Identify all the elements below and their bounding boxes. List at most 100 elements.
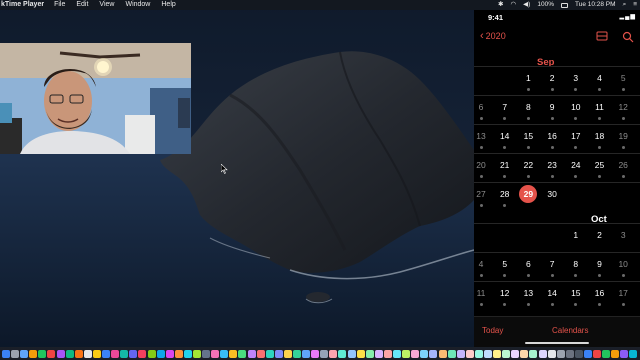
- day-cell[interactable]: 17: [563, 127, 589, 149]
- dock-app-icon[interactable]: [620, 349, 629, 358]
- dock-app-icon[interactable]: [456, 349, 465, 358]
- day-cell[interactable]: 28: [492, 185, 518, 207]
- dock-app-icon[interactable]: [311, 349, 320, 358]
- dock-app-icon[interactable]: [374, 349, 383, 358]
- dock-app-icon[interactable]: [238, 349, 247, 358]
- dock-app-icon[interactable]: [192, 349, 201, 358]
- dock-app-icon[interactable]: [302, 349, 311, 358]
- day-cell[interactable]: 10: [563, 98, 589, 120]
- day-cell[interactable]: 12: [610, 98, 636, 120]
- day-cell[interactable]: 8: [515, 98, 541, 120]
- day-cell[interactable]: 10: [610, 255, 636, 277]
- day-cell[interactable]: 7: [492, 98, 518, 120]
- day-cell[interactable]: 17: [610, 284, 636, 306]
- menu-view[interactable]: View: [99, 0, 114, 10]
- day-cell[interactable]: 3: [610, 226, 636, 248]
- dock-app-icon[interactable]: [474, 349, 483, 358]
- dock-app-icon[interactable]: [283, 349, 292, 358]
- dock-app-icon[interactable]: [629, 349, 638, 358]
- dock-app-icon[interactable]: [293, 349, 301, 358]
- dock-app-icon[interactable]: [347, 349, 356, 358]
- battery-icon[interactable]: [560, 2, 568, 8]
- day-cell[interactable]: 6: [468, 98, 494, 120]
- year-back-button[interactable]: ‹ 2020: [480, 30, 506, 41]
- dock-app-icon[interactable]: [556, 349, 565, 358]
- dock-app-icon[interactable]: [511, 349, 520, 358]
- day-cell[interactable]: 1: [563, 226, 589, 248]
- spotlight-icon[interactable]: ⌕: [623, 0, 627, 10]
- day-cell[interactable]: 25: [587, 156, 613, 178]
- dock-app-icon[interactable]: [320, 349, 329, 358]
- dock-app-icon[interactable]: [265, 349, 274, 358]
- app-menu-name[interactable]: kTime Player: [0, 0, 44, 10]
- wifi-icon[interactable]: ◠: [511, 0, 517, 10]
- dock-app-icon[interactable]: [356, 349, 365, 358]
- dock-app-icon[interactable]: [183, 349, 192, 358]
- day-cell[interactable]: 4: [587, 69, 613, 91]
- day-cell[interactable]: 14: [539, 284, 565, 306]
- dock-app-icon[interactable]: [465, 349, 474, 358]
- day-cell[interactable]: 4: [468, 255, 494, 277]
- dock-app-icon[interactable]: [83, 349, 92, 358]
- dock-app-icon[interactable]: [502, 349, 511, 358]
- day-cell[interactable]: 2: [587, 226, 613, 248]
- dock-app-icon[interactable]: [29, 349, 38, 358]
- dock-app-icon[interactable]: [611, 349, 620, 358]
- day-cell[interactable]: 5: [610, 69, 636, 91]
- dock-app-icon[interactable]: [429, 349, 438, 358]
- dock-app-icon[interactable]: [156, 349, 165, 358]
- dock-app-icon[interactable]: [174, 349, 183, 358]
- volume-icon[interactable]: ◀): [523, 0, 530, 10]
- dock-app-icon[interactable]: [493, 349, 502, 358]
- dock-app-icon[interactable]: [547, 349, 556, 358]
- control-center-icon[interactable]: ≡: [633, 0, 637, 10]
- day-cell[interactable]: 15: [515, 127, 541, 149]
- battery-percent[interactable]: 100%: [537, 0, 554, 10]
- dock-app-icon[interactable]: [20, 349, 29, 358]
- dock-app-icon[interactable]: [74, 349, 83, 358]
- dock-app-icon[interactable]: [584, 349, 592, 358]
- dock-app-icon[interactable]: [120, 349, 129, 358]
- dock-app-icon[interactable]: [365, 349, 374, 358]
- dock-app-icon[interactable]: [102, 349, 111, 358]
- day-cell[interactable]: 13: [515, 284, 541, 306]
- dock-app-icon[interactable]: [529, 349, 538, 358]
- dock-app-icon[interactable]: [520, 349, 529, 358]
- dock-app-icon[interactable]: [247, 349, 256, 358]
- bluetooth-icon[interactable]: ✱: [498, 0, 503, 10]
- dock-app-icon[interactable]: [65, 349, 74, 358]
- dock-app-icon[interactable]: [438, 349, 447, 358]
- dock-app-icon[interactable]: [38, 349, 47, 358]
- dock-app-icon[interactable]: [593, 349, 602, 358]
- menu-help[interactable]: Help: [161, 0, 175, 10]
- day-cell[interactable]: 19: [610, 127, 636, 149]
- dock-app-icon[interactable]: [202, 349, 211, 358]
- day-cell[interactable]: 12: [492, 284, 518, 306]
- day-cell[interactable]: 5: [492, 255, 518, 277]
- day-cell[interactable]: 15: [563, 284, 589, 306]
- dock-app-icon[interactable]: [411, 349, 420, 358]
- day-cell[interactable]: 7: [539, 255, 565, 277]
- dock-app-icon[interactable]: [220, 349, 229, 358]
- dock-app-icon[interactable]: [447, 349, 456, 358]
- day-cell[interactable]: 18: [587, 127, 613, 149]
- dock-app-icon[interactable]: [111, 349, 120, 358]
- day-cell[interactable]: 16: [587, 284, 613, 306]
- list-view-icon[interactable]: [596, 31, 608, 41]
- dock-app-icon[interactable]: [565, 349, 574, 358]
- day-cell[interactable]: 30: [539, 185, 565, 207]
- dock-app-icon[interactable]: [393, 349, 402, 358]
- dock-app-icon[interactable]: [574, 349, 583, 358]
- day-cell[interactable]: 1: [515, 69, 541, 91]
- dock-app-icon[interactable]: [338, 349, 347, 358]
- day-cell[interactable]: 9: [587, 255, 613, 277]
- day-cell[interactable]: 3: [563, 69, 589, 91]
- dock-app-icon[interactable]: [92, 349, 101, 358]
- day-cell[interactable]: 6: [515, 255, 541, 277]
- day-cell[interactable]: 13: [468, 127, 494, 149]
- dock-app-icon[interactable]: [256, 349, 265, 358]
- dock-app-icon[interactable]: [138, 349, 147, 358]
- dock-app-icon[interactable]: [383, 349, 392, 358]
- day-cell[interactable]: 26: [610, 156, 636, 178]
- day-cell[interactable]: 9: [539, 98, 565, 120]
